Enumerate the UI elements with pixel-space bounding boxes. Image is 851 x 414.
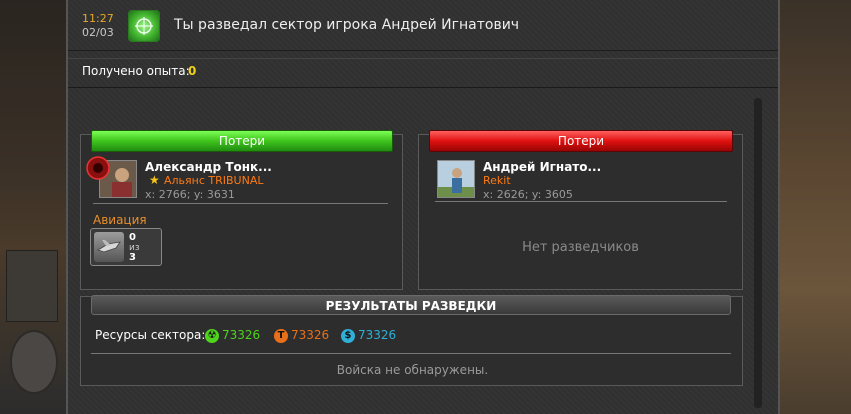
resource-money: $73326 xyxy=(341,328,396,343)
report-header: 11:27 02/03 Ты разведал сектор игрока Ан… xyxy=(68,0,778,51)
defender-avatar[interactable] xyxy=(437,160,475,198)
defender-alliance[interactable]: Rekit xyxy=(483,174,511,187)
resource-radiation: ☢ 73326 xyxy=(205,328,260,343)
attacker-name[interactable]: Александр Тонк... xyxy=(145,160,272,174)
no-troops-text: Войска не обнаружены. xyxy=(336,363,489,377)
defender-coords[interactable]: x: 2626; y: 3605 xyxy=(483,188,573,201)
scrollbar[interactable] xyxy=(754,98,762,408)
background-tower xyxy=(10,330,58,394)
defender-panel: Потери Андрей Игнато... Rekit x: 2626; y… xyxy=(418,130,743,290)
unit-total: 3 xyxy=(129,252,136,263)
divider xyxy=(91,353,731,354)
background-left xyxy=(0,0,66,414)
experience-label: Получено опыта: xyxy=(82,64,190,78)
attacker-losses-header: Потери xyxy=(91,130,393,152)
unit-card[interactable]: 0 из 3 xyxy=(90,228,162,266)
no-scouts-text: Нет разведчиков xyxy=(522,240,639,255)
report-date: 02/03 xyxy=(82,26,114,39)
unit-category: Авиация xyxy=(93,213,147,227)
background-building xyxy=(6,250,58,322)
results-panel: РЕЗУЛЬТАТЫ РАЗВЕДКИ Ресурсы сектора: ☢ 73… xyxy=(80,295,743,386)
radar-icon xyxy=(128,10,160,42)
money-icon: $ xyxy=(341,328,355,343)
divider xyxy=(93,203,388,204)
star-icon: ★ xyxy=(149,173,160,187)
resource-titanium: T 73326 xyxy=(274,328,329,343)
unit-count: 0 из 3 xyxy=(129,233,140,263)
divider xyxy=(435,201,727,202)
defender-name[interactable]: Андрей Игнато... xyxy=(483,160,601,174)
defender-losses-header: Потери xyxy=(429,130,733,152)
experience-value: 0 xyxy=(188,64,197,78)
alliance-emblem-icon xyxy=(86,156,110,180)
unit-lost: 0 xyxy=(129,232,136,243)
attacker-panel: Потери Александр Тонк... ★ Альянс TRIBUN… xyxy=(80,130,403,290)
resource-radiation-value: 73326 xyxy=(222,328,261,342)
background-right xyxy=(780,0,851,414)
aircraft-icon xyxy=(94,232,124,262)
report-title: Ты разведал сектор игрока Андрей Игнатов… xyxy=(174,17,520,33)
results-header: РЕЗУЛЬТАТЫ РАЗВЕДКИ xyxy=(91,295,731,315)
attacker-coords[interactable]: x: 2766; y: 3631 xyxy=(145,188,235,201)
report-time: 11:27 xyxy=(82,12,114,25)
resources-label: Ресурсы сектора: xyxy=(95,328,206,342)
radiation-icon: ☢ xyxy=(205,328,219,343)
report-window: 11:27 02/03 Ты разведал сектор игрока Ан… xyxy=(66,0,780,414)
titanium-icon: T xyxy=(274,328,288,343)
attacker-alliance[interactable]: Альянс TRIBUNAL xyxy=(164,174,263,187)
resource-titanium-value: 73326 xyxy=(291,328,330,342)
resource-money-value: 73326 xyxy=(358,328,397,342)
